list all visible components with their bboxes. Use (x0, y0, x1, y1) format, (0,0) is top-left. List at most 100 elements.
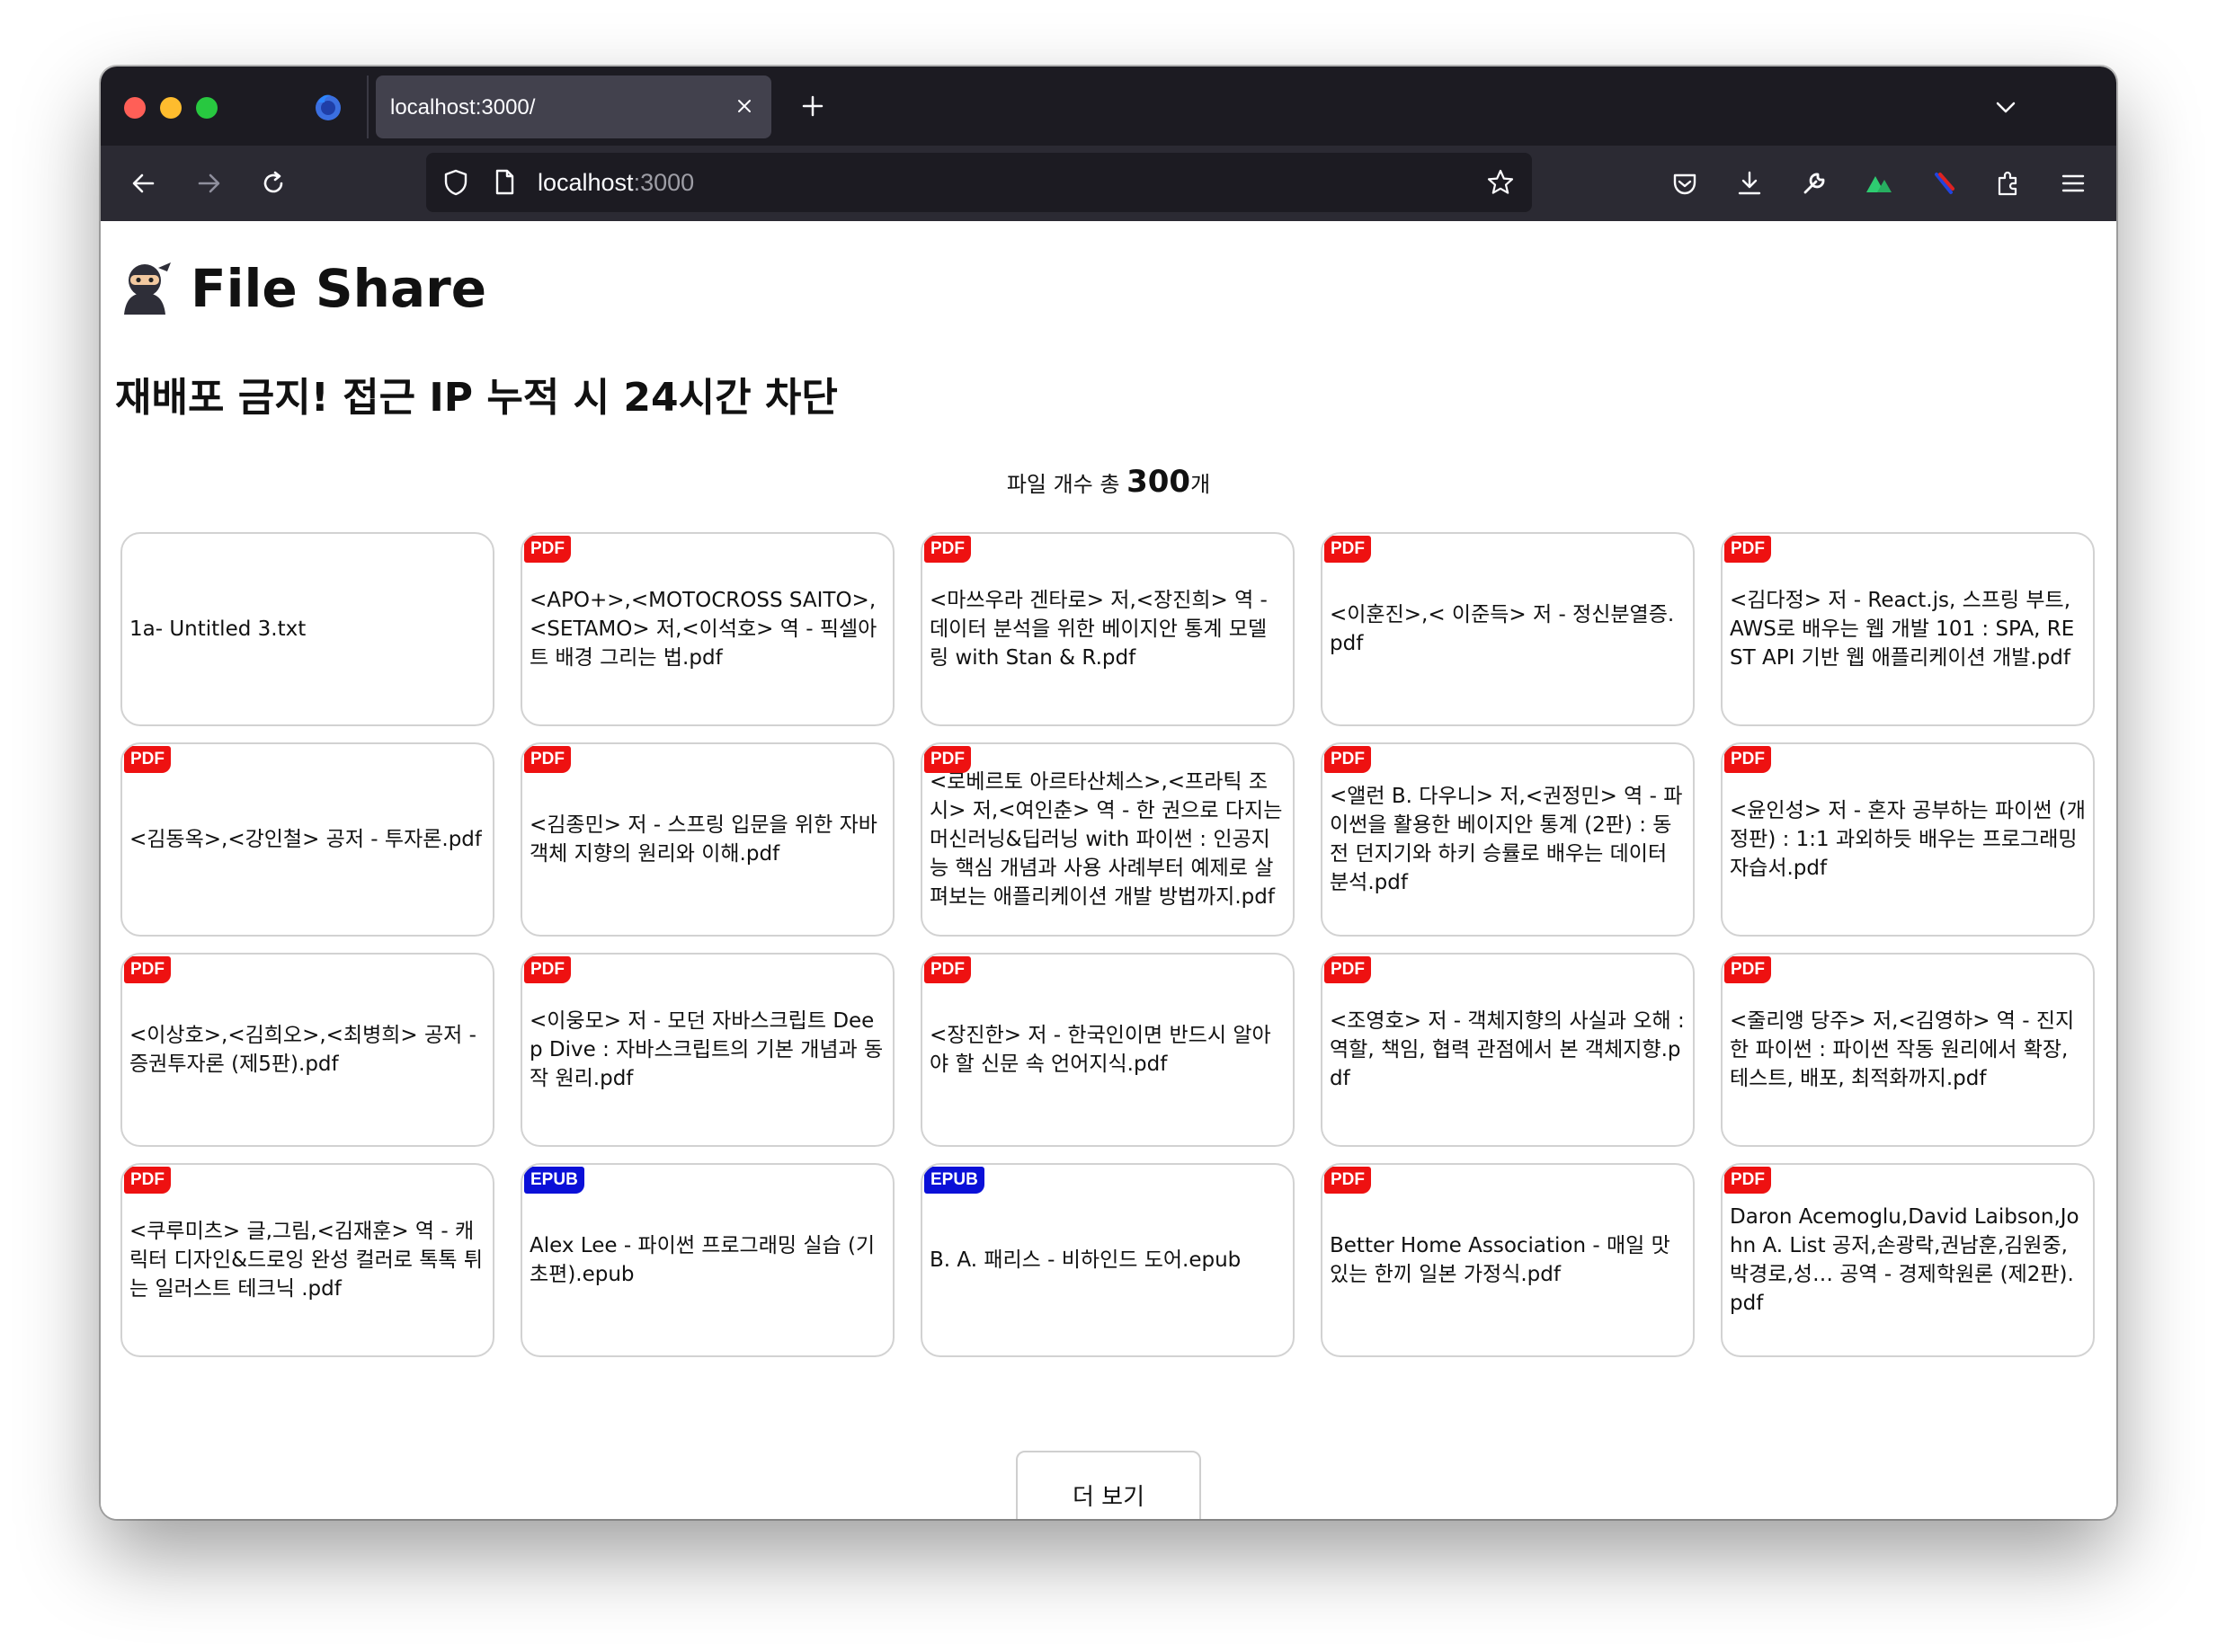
shield-icon[interactable] (441, 167, 471, 198)
load-more-button[interactable]: 더 보기 (1016, 1451, 1201, 1519)
file-card[interactable]: PDF <이훈진>,< 이준득> 저 - 정신분열증.pdf (1321, 532, 1695, 726)
browser-tab-active[interactable]: localhost:3000/ (376, 75, 771, 138)
file-type-badge: PDF (1324, 746, 1371, 773)
file-card[interactable]: PDF <줄리앵 당주> 저,<김영하> 역 - 진지한 파이썬 : 파이썬 작동… (1721, 953, 2095, 1147)
file-card[interactable]: 1a- Untitled 3.txt (120, 532, 494, 726)
file-card[interactable]: PDF <장진한> 저 - 한국인이면 반드시 알아야 할 신문 속 언어지식.p… (921, 953, 1295, 1147)
puzzle-extensions-icon[interactable] (1992, 167, 2025, 200)
ninja-icon (124, 262, 171, 315)
minimize-window-button[interactable] (160, 97, 182, 119)
new-tab-icon[interactable] (798, 92, 827, 120)
file-type-badge: EPUB (524, 1167, 584, 1194)
file-type-badge: PDF (1724, 746, 1771, 773)
file-grid: 1a- Untitled 3.txt PDF <APO+>,<MOTOCROSS … (120, 532, 2100, 1357)
reload-icon[interactable] (257, 167, 289, 200)
page-content: File Share 재배포 금지! 접근 IP 누적 시 24시간 차단 파일… (101, 221, 2116, 1519)
file-type-badge: PDF (1324, 1167, 1371, 1194)
file-type-badge: EPUB (924, 1167, 984, 1194)
file-card[interactable]: PDF <이상호>,<김희오>,<최병희> 공저 - 증권투자론 (제5판).pd… (120, 953, 494, 1147)
file-name: <줄리앵 당주> 저,<김영하> 역 - 진지한 파이썬 : 파이썬 작동 원리… (1730, 1009, 2075, 1090)
url-text[interactable]: localhost:3000 (538, 169, 694, 197)
tab-strip: localhost:3000/ (101, 67, 2116, 146)
file-name: Daron Acemoglu,David Laibson,John A. Lis… (1730, 1205, 2079, 1315)
file-name: <마쓰우라 겐타로> 저,<장진희> 역 - 데이터 분석을 위한 베이지안 통… (930, 589, 1268, 670)
file-card[interactable]: PDF <앨런 B. 다우니> 저,<권정민> 역 - 파이썬을 활용한 베이지안… (1321, 742, 1695, 937)
file-name: <김종민> 저 - 스프링 입문을 위한 자바 객체 지향의 원리와 이해.pd… (530, 813, 877, 866)
page-title: File Share (191, 258, 487, 319)
tab-title: localhost:3000/ (390, 95, 536, 120)
file-card[interactable]: EPUB B. A. 패리스 - 비하인드 도어.epub (921, 1163, 1295, 1357)
file-card[interactable]: PDF <조영호> 저 - 객체지향의 사실과 오해 : 역할, 책임, 협력 관… (1321, 953, 1695, 1147)
file-name: <이웅모> 저 - 모던 자바스크립트 Deep Dive : 자바스크립트의 … (530, 1009, 884, 1090)
file-type-badge: PDF (924, 536, 971, 563)
file-type-badge: PDF (1724, 1167, 1771, 1194)
forward-arrow-icon[interactable] (192, 167, 225, 200)
file-type-badge: PDF (924, 956, 971, 983)
pocket-icon[interactable] (1669, 167, 1701, 200)
file-card[interactable]: EPUB Alex Lee - 파이썬 프로그래밍 실습 (기초편).epub (521, 1163, 895, 1357)
extension-paperclip-icon[interactable] (1928, 167, 1960, 200)
file-type-badge: PDF (924, 746, 971, 773)
file-count-suffix: 개 (1190, 472, 1211, 497)
file-count: 파일 개수 총 300개 (101, 464, 2116, 500)
maximize-window-button[interactable] (196, 97, 218, 119)
file-name: <앨런 B. 다우니> 저,<권정민> 역 - 파이썬을 활용한 베이지안 통계… (1330, 785, 1683, 894)
file-name: <장진한> 저 - 한국인이면 반드시 알아야 할 신문 속 언어지식.pdf (930, 1024, 1271, 1076)
file-name: <윤인성> 저 - 혼자 공부하는 파이썬 (개정판) : 1:1 과외하듯 배… (1730, 799, 2086, 880)
firefox-icon (316, 94, 341, 120)
download-icon[interactable] (1733, 167, 1766, 200)
chevron-down-icon[interactable] (1992, 93, 2019, 120)
file-type-badge: PDF (124, 1167, 171, 1194)
file-count-prefix: 파일 개수 총 (1006, 472, 1127, 497)
back-arrow-icon[interactable] (128, 167, 160, 200)
url-host: localhost (538, 169, 634, 196)
tab-separator (367, 75, 369, 138)
file-name: <김다정> 저 - React.js, 스프링 부트, AWS로 배우는 웹 개… (1730, 589, 2075, 670)
file-card[interactable]: PDF <김다정> 저 - React.js, 스프링 부트, AWS로 배우는 … (1721, 532, 2095, 726)
star-icon[interactable] (1485, 167, 1516, 198)
file-name: 1a- Untitled 3.txt (129, 617, 307, 641)
file-type-badge: PDF (524, 536, 571, 563)
file-name: <쿠루미츠> 글,그림,<김재훈> 역 - 캐릭터 디자인&드로잉 완성 컬러로… (129, 1220, 484, 1301)
file-type-badge: PDF (1324, 956, 1371, 983)
wrench-icon[interactable] (1798, 167, 1830, 200)
file-name: <로베르토 아르타산체스>,<프라틱 조시> 저,<여인춘> 역 - 한 권으로… (930, 770, 1283, 909)
file-card[interactable]: PDF <김동옥>,<강인철> 공저 - 투자론.pdf (120, 742, 494, 937)
file-name: Alex Lee - 파이썬 프로그래밍 실습 (기초편).epub (530, 1234, 876, 1286)
file-card[interactable]: PDF Better Home Association - 매일 맛있는 한끼 일… (1321, 1163, 1695, 1357)
file-name: <이훈진>,< 이준득> 저 - 정신분열증.pdf (1330, 603, 1675, 655)
file-card[interactable]: PDF <마쓰우라 겐타로> 저,<장진희> 역 - 데이터 분석을 위한 베이지… (921, 532, 1295, 726)
file-name: <조영호> 저 - 객체지향의 사실과 오해 : 역할, 책임, 협력 관점에서… (1330, 1009, 1685, 1090)
file-card[interactable]: PDF <로베르토 아르타산체스>,<프라틱 조시> 저,<여인춘> 역 - 한 … (921, 742, 1295, 937)
file-type-badge: PDF (524, 956, 571, 983)
file-name: B. A. 패리스 - 비하인드 도어.epub (930, 1248, 1242, 1272)
file-name: Better Home Association - 매일 맛있는 한끼 일본 가… (1330, 1234, 1670, 1286)
file-name: <APO+>,<MOTOCROSS SAITO>,<SETAMO> 저,<이석호… (530, 589, 877, 670)
file-type-badge: PDF (1324, 536, 1371, 563)
redistribution-notice: 재배포 금지! 접근 IP 누적 시 24시간 차단 (115, 375, 838, 421)
file-type-badge: PDF (1724, 956, 1771, 983)
file-type-badge: PDF (124, 956, 171, 983)
close-window-button[interactable] (124, 97, 146, 119)
file-count-value: 300 (1126, 464, 1191, 500)
hamburger-menu-icon[interactable] (2057, 167, 2089, 200)
close-icon[interactable] (734, 95, 755, 117)
file-type-badge: PDF (124, 746, 171, 773)
page-icon[interactable] (489, 167, 520, 198)
browser-window: localhost:3000/ localhost:3000 File Shar… (101, 67, 2116, 1519)
file-card[interactable]: PDF <윤인성> 저 - 혼자 공부하는 파이썬 (개정판) : 1:1 과외하… (1721, 742, 2095, 937)
file-name: <김동옥>,<강인철> 공저 - 투자론.pdf (129, 828, 482, 851)
file-name: <이상호>,<김희오>,<최병희> 공저 - 증권투자론 (제5판).pdf (129, 1024, 476, 1076)
file-card[interactable]: PDF <이웅모> 저 - 모던 자바스크립트 Deep Dive : 자바스크립… (521, 953, 895, 1147)
title-row: File Share (115, 257, 486, 320)
file-type-badge: PDF (524, 746, 571, 773)
extension-mountain-icon[interactable] (1863, 167, 1895, 200)
file-card[interactable]: PDF <김종민> 저 - 스프링 입문을 위한 자바 객체 지향의 원리와 이해… (521, 742, 895, 937)
file-type-badge: PDF (1724, 536, 1771, 563)
file-card[interactable]: PDF Daron Acemoglu,David Laibson,John A. … (1721, 1163, 2095, 1357)
navigation-bar: localhost:3000 (101, 146, 2116, 221)
file-card[interactable]: PDF <APO+>,<MOTOCROSS SAITO>,<SETAMO> 저,<… (521, 532, 895, 726)
address-bar[interactable]: localhost:3000 (426, 153, 1532, 212)
url-port: :3000 (633, 169, 695, 196)
file-card[interactable]: PDF <쿠루미츠> 글,그림,<김재훈> 역 - 캐릭터 디자인&드로잉 완성 … (120, 1163, 494, 1357)
